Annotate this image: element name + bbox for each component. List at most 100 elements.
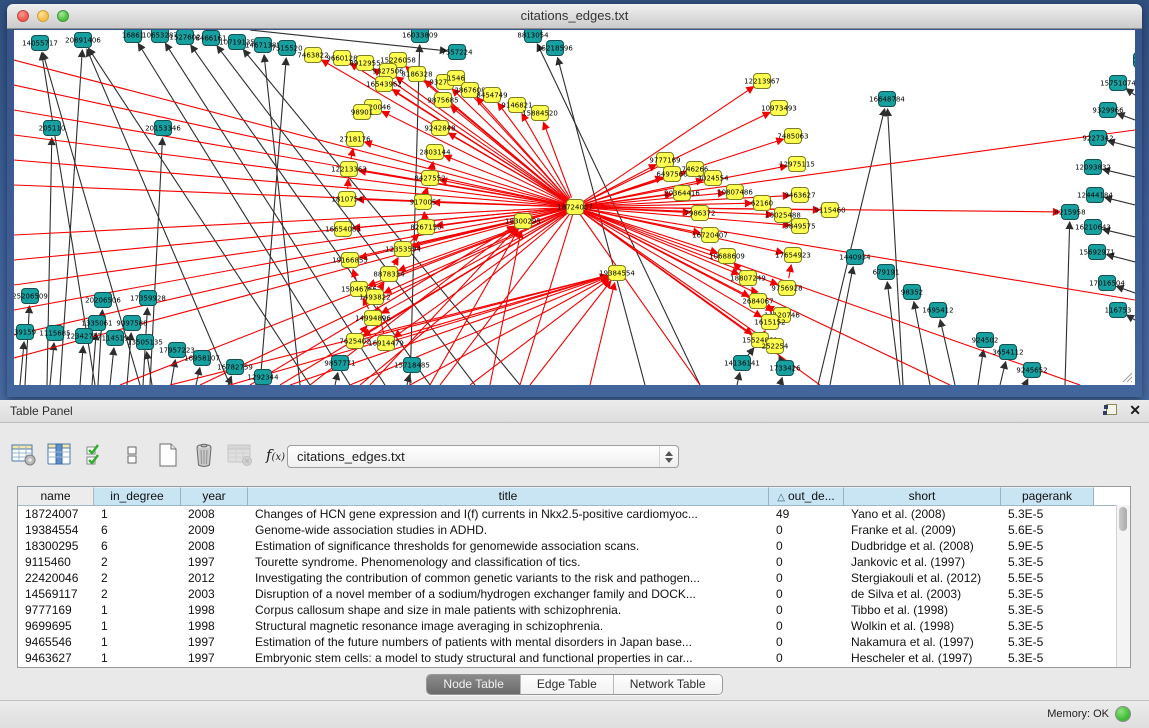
network-graph[interactable]: 1872400774638229660128891295515226058932… xyxy=(14,30,1135,385)
graph-edge[interactable] xyxy=(14,160,575,207)
column-header-year[interactable]: year xyxy=(181,487,248,505)
table-row[interactable]: 1938455462009Genome-wide association stu… xyxy=(18,522,1130,538)
graph-edge[interactable] xyxy=(138,43,350,385)
graph-edge[interactable] xyxy=(407,375,410,385)
table-row[interactable]: 1830029562008Estimation of significance … xyxy=(18,538,1130,554)
graph-node[interactable]: 17359928 xyxy=(130,291,166,306)
graph-edge[interactable] xyxy=(14,60,575,207)
graph-edge[interactable] xyxy=(110,348,114,385)
graph-edge[interactable] xyxy=(80,346,83,385)
graph-edge[interactable] xyxy=(818,109,885,385)
graph-node[interactable]: 12444184 xyxy=(1077,188,1113,203)
select-columns-button[interactable] xyxy=(46,442,73,469)
graph-edge[interactable] xyxy=(940,320,955,385)
graph-node[interactable]: 20891406 xyxy=(65,33,101,48)
table-row[interactable]: 911546021997Tourette syndrome. Phenomeno… xyxy=(18,554,1130,570)
column-header-title[interactable]: title xyxy=(248,487,769,505)
graph-node[interactable]: 15218596 xyxy=(537,41,573,56)
graph-node[interactable]: 12213363 xyxy=(331,162,367,177)
graph-node[interactable]: 1695412 xyxy=(922,303,953,318)
graph-node[interactable]: 15751074 xyxy=(1100,76,1135,91)
graph-node[interactable]: 9097588 xyxy=(116,316,147,331)
graph-edge[interactable] xyxy=(335,373,338,385)
table-row[interactable]: 946554611997Estimation of the future num… xyxy=(18,634,1130,650)
graph-node[interactable]: 16033809 xyxy=(402,30,438,43)
delete-rows-button[interactable] xyxy=(190,442,217,469)
graph-node[interactable]: 15718485 xyxy=(394,358,430,373)
graph-node[interactable]: 9857771 xyxy=(324,356,355,371)
graph-node[interactable]: 1810754 xyxy=(331,192,363,207)
graph-node[interactable]: 25206509 xyxy=(14,289,48,304)
graph-edge[interactable] xyxy=(1025,379,1028,385)
table-row[interactable]: 1456911722003Disruption of a novel membe… xyxy=(18,586,1130,602)
graph-edge[interactable] xyxy=(1000,362,1006,385)
graph-edge[interactable] xyxy=(449,133,567,202)
graph-node[interactable]: 10973493 xyxy=(761,101,797,116)
graph-edge[interactable] xyxy=(196,368,200,385)
graph-node[interactable]: 8813054 xyxy=(517,30,549,43)
graph-node[interactable]: 9329966 xyxy=(1092,103,1124,118)
graph-node[interactable]: 14055717 xyxy=(22,36,58,51)
graph-node[interactable]: 16210643 xyxy=(1075,220,1111,235)
graph-node[interactable]: 16720407 xyxy=(692,228,728,243)
graph-node[interactable]: 98352 xyxy=(901,285,923,300)
table-row[interactable]: 1872400712008Changes of HCN gene express… xyxy=(18,506,1130,522)
graph-edge[interactable] xyxy=(583,87,753,202)
graph-edge[interactable] xyxy=(830,267,853,385)
graph-node[interactable]: 9227342 xyxy=(1082,131,1113,146)
graph-node[interactable]: 10688609 xyxy=(709,249,745,264)
graph-edge[interactable] xyxy=(748,348,754,355)
graph-node[interactable]: 39159 xyxy=(14,325,36,340)
graph-node[interactable]: 14136141 xyxy=(724,356,760,371)
tab-node-table[interactable]: Node Table xyxy=(427,675,521,694)
column-header-short[interactable]: short xyxy=(844,487,1001,505)
graph-node[interactable]: 19166855 xyxy=(332,253,368,268)
graph-node[interactable]: 205110 xyxy=(39,121,66,136)
graph-node[interactable]: 15692971 xyxy=(1079,245,1115,260)
graph-edge[interactable] xyxy=(25,306,29,385)
graph-edge[interactable] xyxy=(191,45,430,385)
graph-node[interactable]: 2803144 xyxy=(419,145,451,160)
table-selector[interactable]: citations_edges.txt xyxy=(287,445,679,468)
graph-edge[interactable] xyxy=(780,378,782,385)
graph-edge[interactable] xyxy=(1065,222,1070,385)
graph-node[interactable]: 12093832 xyxy=(1075,160,1111,175)
graph-node[interactable]: 9115460 xyxy=(814,203,845,218)
graph-edge[interactable] xyxy=(737,373,740,385)
table-row[interactable]: 2242004622012Investigating the contribut… xyxy=(18,570,1130,586)
graph-node[interactable]: 1112 xyxy=(1133,53,1135,68)
new-table-button[interactable] xyxy=(154,442,181,469)
graph-node[interactable]: 16654085 xyxy=(325,222,361,237)
graph-node[interactable]: 3654112 xyxy=(992,345,1023,360)
graph-edge[interactable] xyxy=(14,207,575,235)
graph-node[interactable]: 9756928 xyxy=(771,281,802,296)
graph-node[interactable]: 17016504 xyxy=(1089,276,1125,291)
graph-edge[interactable] xyxy=(351,149,353,159)
graph-node[interactable]: 7557224 xyxy=(441,45,473,60)
graph-edge[interactable] xyxy=(1126,89,1135,95)
graph-edge[interactable] xyxy=(575,130,1135,207)
graph-node[interactable]: 16648784 xyxy=(869,92,905,107)
graph-edge[interactable] xyxy=(424,212,425,217)
float-panel-icon[interactable] xyxy=(1103,403,1117,417)
column-header-out_de[interactable]: △out_de... xyxy=(769,487,844,505)
graph-node[interactable]: 62160 xyxy=(751,196,773,211)
graph-node[interactable]: 20206506 xyxy=(85,293,121,308)
graph-node[interactable]: 12213967 xyxy=(744,74,780,89)
graph-edge[interactable] xyxy=(20,342,24,385)
table-row[interactable]: 977716911998Corpus callosum shape and si… xyxy=(18,602,1130,618)
select-rows-button[interactable] xyxy=(82,442,109,469)
column-header-pagerank[interactable]: pagerank xyxy=(1001,487,1094,505)
graph-node[interactable]: 9463627 xyxy=(784,188,815,203)
graph-edge[interactable] xyxy=(978,350,983,385)
graph-edge[interactable] xyxy=(394,258,398,266)
graph-node[interactable]: 7485063 xyxy=(777,129,808,144)
network-canvas[interactable]: 1872400774638229660128891295515226058932… xyxy=(14,30,1135,385)
close-panel-icon[interactable]: ✕ xyxy=(1129,403,1141,417)
graph-node[interactable]: 8878334 xyxy=(373,267,405,282)
column-header-in_degree[interactable]: in_degree xyxy=(94,487,181,505)
graph-node[interactable]: 16861 xyxy=(122,30,144,43)
graph-edge[interactable] xyxy=(530,281,611,385)
table-settings-button[interactable] xyxy=(10,442,37,469)
graph-edge[interactable] xyxy=(590,283,615,385)
